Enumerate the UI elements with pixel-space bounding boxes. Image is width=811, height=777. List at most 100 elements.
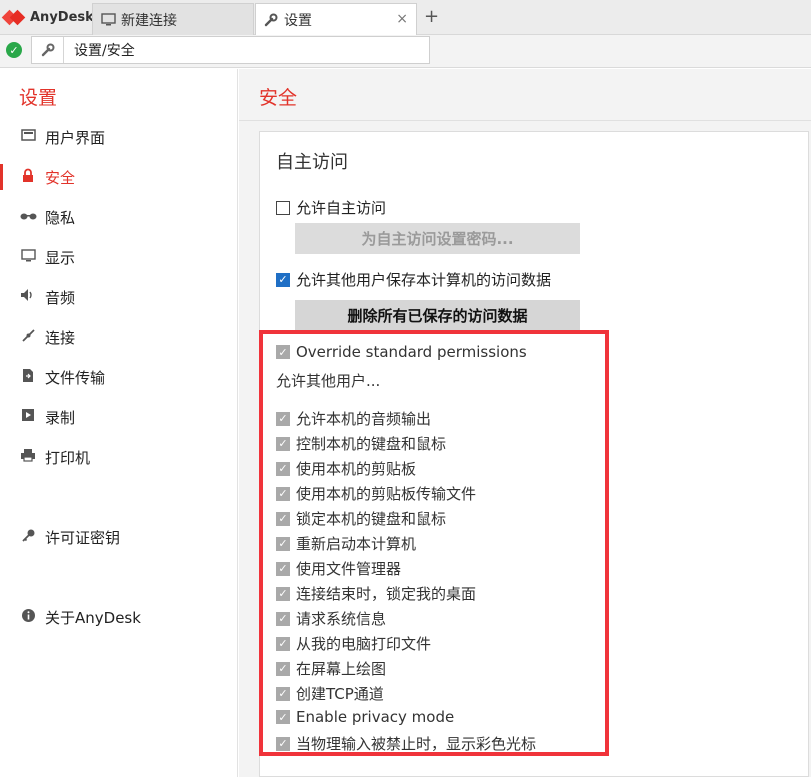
info-icon — [19, 608, 37, 627]
sidebar-item-display[interactable]: 显示 — [0, 242, 238, 272]
sidebar-item-file-transfer[interactable]: 文件传输 — [0, 362, 238, 392]
app-brand[interactable]: AnyDesk — [0, 0, 94, 35]
checkbox-label: 重新启动本计算机 — [296, 535, 417, 553]
checkbox-checked-icon: ✓ — [276, 345, 290, 359]
permission-checkbox[interactable]: ✓ 允许本机的音频输出 — [276, 408, 431, 429]
permission-checkbox[interactable]: ✓ 在屏幕上绘图 — [276, 658, 386, 679]
allow-save-data-checkbox[interactable]: ✓ 允许其他用户保存本计算机的访问数据 — [276, 269, 551, 290]
checkbox-label: 控制本机的键盘和鼠标 — [296, 435, 447, 453]
lock-icon — [19, 168, 37, 187]
close-icon[interactable]: × — [396, 11, 408, 27]
monitor-icon — [99, 13, 117, 26]
permission-checkbox[interactable]: ✓ 使用本机的剪贴板传输文件 — [276, 483, 476, 504]
checkbox-label: 在屏幕上绘图 — [296, 660, 387, 678]
checkbox-label: 请求系统信息 — [296, 610, 387, 628]
sidebar-item-label: 连接 — [45, 328, 76, 347]
sidebar-item-license[interactable]: 许可证密钥 — [0, 522, 238, 552]
sidebar-item-privacy[interactable]: 隐私 — [0, 202, 238, 232]
speaker-icon — [19, 288, 37, 306]
checkbox-checked-icon: ✓ — [276, 536, 290, 551]
checkbox-label: 允许本机的音频输出 — [296, 410, 432, 428]
checkbox-label: Override standard permissions — [296, 343, 527, 361]
tab-new-connection[interactable]: 新建连接 — [92, 3, 254, 35]
permission-checkbox[interactable]: ✓ Enable privacy mode — [276, 708, 454, 726]
checkbox-checked-icon: ✓ — [276, 586, 290, 601]
override-permissions-checkbox[interactable]: ✓ Override standard permissions — [276, 343, 527, 361]
permission-checkbox[interactable]: ✓ 请求系统信息 — [276, 608, 386, 629]
sidebar-item-connection[interactable]: 连接 — [0, 322, 238, 352]
tab-label: 设置 — [284, 13, 312, 29]
permission-checkbox[interactable]: ✓ 创建TCP通道 — [276, 683, 384, 704]
sidebar-item-ui[interactable]: 用户界面 — [0, 122, 238, 152]
plug-icon — [19, 328, 37, 347]
checkbox-checked-icon: ✓ — [276, 686, 290, 701]
tab-bar: AnyDesk 新建连接 设置 × + — [0, 0, 811, 36]
wrench-icon — [262, 13, 280, 27]
settings-sidebar: 设置 用户界面 安全 隐私 显示 音频 连接 文件传输 录制 打印机 许可证密钥… — [0, 69, 238, 777]
checkbox-checked-icon: ✓ — [276, 511, 290, 526]
glasses-icon — [19, 209, 37, 225]
checkbox-label: 允许其他用户保存本计算机的访问数据 — [296, 271, 552, 289]
checkbox-label: 使用本机的剪贴板 — [296, 460, 417, 478]
checkbox-unchecked-icon — [276, 200, 290, 215]
record-icon — [19, 408, 37, 426]
sidebar-item-label: 许可证密钥 — [45, 528, 121, 547]
key-icon — [19, 528, 37, 547]
wrench-icon — [32, 37, 64, 63]
checkbox-label: 从我的电脑打印文件 — [296, 635, 432, 653]
sidebar-item-label: 关于AnyDesk — [45, 608, 141, 627]
permission-checkbox[interactable]: ✓ 锁定本机的键盘和鼠标 — [276, 508, 446, 529]
checkbox-checked-icon: ✓ — [276, 611, 290, 626]
sidebar-item-label: 显示 — [45, 248, 76, 267]
unattended-access-panel: 自主访问 允许自主访问 为自主访问设置密码... ✓ 允许其他用户保存本计算机的… — [259, 131, 809, 777]
sidebar-item-label: 音频 — [45, 288, 76, 307]
sidebar-item-about[interactable]: 关于AnyDesk — [0, 602, 238, 632]
file-transfer-icon — [19, 368, 37, 387]
set-password-button[interactable]: 为自主访问设置密码... — [295, 223, 580, 254]
sidebar-title: 设置 — [19, 87, 58, 109]
checkbox-label: Enable privacy mode — [296, 708, 455, 726]
permission-checkbox[interactable]: ✓ 使用文件管理器 — [276, 558, 401, 579]
tab-settings[interactable]: 设置 × — [255, 3, 417, 36]
sidebar-item-recording[interactable]: 录制 — [0, 402, 238, 432]
page-title: 安全 — [259, 87, 298, 109]
checkbox-checked-icon: ✓ — [276, 486, 290, 501]
allow-others-label: 允许其他用户... — [276, 372, 381, 390]
permission-checkbox[interactable]: ✓ 重新启动本计算机 — [276, 533, 416, 554]
anydesk-logo-icon — [1, 8, 28, 28]
address-field[interactable]: 设置/安全 — [31, 36, 430, 64]
sidebar-item-printer[interactable]: 打印机 — [0, 442, 238, 472]
allow-unattended-checkbox[interactable]: 允许自主访问 — [276, 197, 386, 218]
checkbox-label: 使用文件管理器 — [296, 560, 402, 578]
checkbox-label: 允许自主访问 — [296, 199, 387, 217]
sidebar-item-label: 文件传输 — [45, 368, 106, 387]
checkbox-checked-icon: ✓ — [276, 561, 290, 576]
sidebar-item-label: 用户界面 — [45, 128, 106, 147]
checkbox-checked-icon: ✓ — [276, 710, 290, 724]
add-tab-button[interactable]: + — [424, 6, 439, 27]
sidebar-item-security[interactable]: 安全 — [0, 162, 238, 192]
checkbox-label: 创建TCP通道 — [296, 685, 384, 703]
section-title: 自主访问 — [276, 152, 348, 173]
checkbox-checked-icon: ✓ — [276, 272, 290, 287]
printer-icon — [19, 448, 37, 466]
checkbox-label: 连接结束时，锁定我的桌面 — [296, 585, 477, 603]
sidebar-item-audio[interactable]: 音频 — [0, 282, 238, 312]
permission-checkbox[interactable]: ✓ 控制本机的键盘和鼠标 — [276, 433, 446, 454]
checkbox-label: 当物理输入被禁止时，显示彩色光标 — [296, 735, 537, 753]
permission-checkbox[interactable]: ✓ 使用本机的剪贴板 — [276, 458, 416, 479]
sidebar-item-label: 录制 — [45, 408, 76, 427]
checkbox-label: 锁定本机的键盘和鼠标 — [296, 510, 447, 528]
permission-checkbox[interactable]: ✓ 连接结束时，锁定我的桌面 — [276, 583, 476, 604]
permission-checkbox[interactable]: ✓ 当物理输入被禁止时，显示彩色光标 — [276, 733, 536, 754]
checkbox-checked-icon: ✓ — [276, 461, 290, 476]
address-path: 设置/安全 — [74, 43, 135, 59]
checkbox-checked-icon: ✓ — [276, 636, 290, 651]
delete-saved-data-button[interactable]: 删除所有已保存的访问数据 — [295, 300, 580, 331]
status-check-icon: ✓ — [6, 42, 22, 58]
sidebar-item-label: 安全 — [45, 168, 76, 187]
permission-checkbox[interactable]: ✓ 从我的电脑打印文件 — [276, 633, 431, 654]
checkbox-checked-icon: ✓ — [276, 411, 290, 426]
settings-main: 安全 自主访问 允许自主访问 为自主访问设置密码... ✓ 允许其他用户保存本计… — [239, 69, 811, 777]
display-icon — [19, 248, 37, 266]
